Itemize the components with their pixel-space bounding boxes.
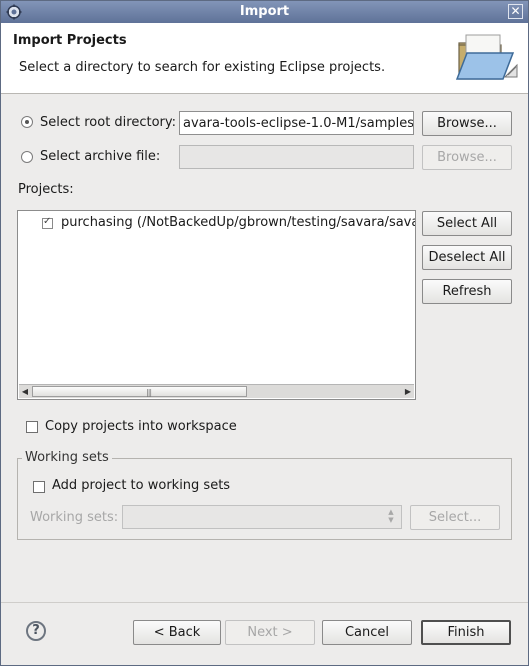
archive-file-radio[interactable] — [21, 151, 33, 163]
copy-projects-label[interactable]: Copy projects into workspace — [45, 419, 237, 434]
close-button[interactable]: ✕ — [508, 4, 523, 19]
add-to-working-sets-label[interactable]: Add project to working sets — [52, 478, 230, 493]
cancel-button[interactable]: Cancel — [322, 620, 412, 645]
project-checkbox[interactable] — [42, 216, 53, 229]
add-to-working-sets-checkbox[interactable] — [33, 481, 45, 493]
select-all-button[interactable]: Select All — [422, 211, 512, 236]
next-button[interactable]: Next > — [225, 620, 315, 645]
back-button[interactable]: < Back — [133, 620, 221, 645]
window-title: Import — [239, 4, 290, 19]
open-folder-icon — [455, 34, 518, 80]
page-description: Select a directory to search for existin… — [19, 60, 386, 75]
root-directory-input[interactable]: avara-tools-eclipse-1.0-M1/samples — [179, 111, 414, 135]
horizontal-scrollbar[interactable]: ◀ ||| ▶ — [19, 384, 414, 398]
root-directory-radio[interactable] — [21, 116, 33, 128]
projects-label: Projects: — [18, 182, 74, 197]
browse-archive-button[interactable]: Browse... — [422, 145, 512, 170]
finish-button[interactable]: Finish — [421, 620, 511, 645]
root-directory-label[interactable]: Select root directory: — [40, 115, 176, 130]
archive-file-input[interactable] — [179, 145, 414, 169]
scrollbar-thumb[interactable]: ||| — [32, 386, 247, 397]
select-working-sets-button[interactable]: Select... — [410, 505, 500, 530]
working-sets-field-label: Working sets: — [30, 510, 119, 525]
page-title: Import Projects — [13, 33, 127, 48]
close-icon: ✕ — [510, 4, 521, 18]
grip-icon: ||| — [146, 388, 152, 397]
scroll-right-icon[interactable]: ▶ — [402, 385, 414, 398]
working-sets-group-label: Working sets — [22, 450, 112, 465]
list-item[interactable]: purchasing (/NotBackedUp/gbrown/testing/… — [18, 211, 415, 233]
spinner-icon[interactable]: ▲ ▼ — [383, 508, 399, 526]
project-label: purchasing (/NotBackedUp/gbrown/testing/… — [61, 215, 416, 230]
working-sets-group: Working sets Add project to working sets… — [17, 450, 512, 540]
archive-file-label[interactable]: Select archive file: — [40, 149, 160, 164]
refresh-button[interactable]: Refresh — [422, 279, 512, 304]
footer-divider — [1, 602, 528, 603]
help-icon[interactable]: ? — [26, 621, 46, 641]
scroll-left-icon[interactable]: ◀ — [19, 385, 31, 398]
copy-projects-checkbox[interactable] — [26, 421, 38, 433]
title-bar[interactable]: Import ✕ — [1, 1, 528, 23]
deselect-all-button[interactable]: Deselect All — [422, 245, 512, 270]
wizard-header: Import Projects Select a directory to se… — [1, 23, 528, 94]
import-dialog: Import ✕ Import Projects Select a direct… — [0, 0, 529, 666]
working-sets-combo[interactable]: ▲ ▼ — [122, 505, 402, 529]
browse-root-button[interactable]: Browse... — [422, 111, 512, 136]
projects-list[interactable]: purchasing (/NotBackedUp/gbrown/testing/… — [17, 210, 416, 400]
